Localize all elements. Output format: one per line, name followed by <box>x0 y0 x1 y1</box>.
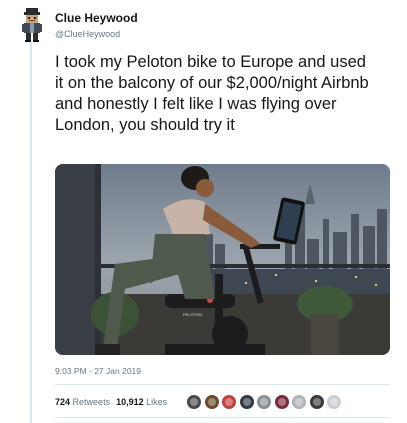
retweets-count: 724 <box>55 397 71 407</box>
retweets-stat[interactable]: 724 Retweets <box>55 397 110 407</box>
likes-count: 10,912 <box>116 397 144 407</box>
tweet: Clue Heywood @ClueHeywood I took my Pelo… <box>0 0 407 423</box>
avatar <box>312 398 321 406</box>
liker-avatar[interactable] <box>203 394 220 410</box>
avatar <box>190 398 198 406</box>
author-name[interactable]: Clue Heywood <box>55 11 138 25</box>
liker-avatar[interactable] <box>308 394 325 410</box>
divider-top <box>55 384 390 385</box>
liker-avatar[interactable] <box>326 394 342 410</box>
liker-avatar[interactable] <box>291 394 307 410</box>
liker-avatar[interactable] <box>221 394 237 410</box>
avatar <box>260 398 268 406</box>
likes-stat[interactable]: 10,912 Likes <box>116 397 167 407</box>
divider-bottom <box>55 417 390 418</box>
svg-text:PELOTON: PELOTON <box>183 312 202 317</box>
tweet-text: I took my Peloton bike to Europe and use… <box>55 53 369 134</box>
tweet-stats: 724 Retweets 10,912 Likes <box>55 395 173 409</box>
tweet-timestamp[interactable]: 9:03 PM - 27 Jan 2019 <box>55 366 141 376</box>
author-avatar[interactable] <box>19 8 45 42</box>
thread-line <box>30 42 32 423</box>
avatar <box>225 398 233 406</box>
author-handle[interactable]: @ClueHeywood <box>55 29 120 39</box>
avatar <box>330 398 338 406</box>
media-image: PELOTON <box>55 164 390 355</box>
liker-avatars <box>186 393 344 411</box>
avatar <box>242 398 251 406</box>
avatar <box>277 398 286 406</box>
tweet-media[interactable]: PELOTON <box>55 164 390 355</box>
avatar <box>207 398 216 406</box>
avatar <box>295 398 303 406</box>
retweets-label: Retweets <box>72 397 111 407</box>
liker-avatar[interactable] <box>256 394 272 410</box>
likes-label: Likes <box>146 397 168 407</box>
liker-avatar[interactable] <box>238 394 255 410</box>
liker-avatar[interactable] <box>273 394 290 410</box>
liker-avatar[interactable] <box>186 394 202 410</box>
